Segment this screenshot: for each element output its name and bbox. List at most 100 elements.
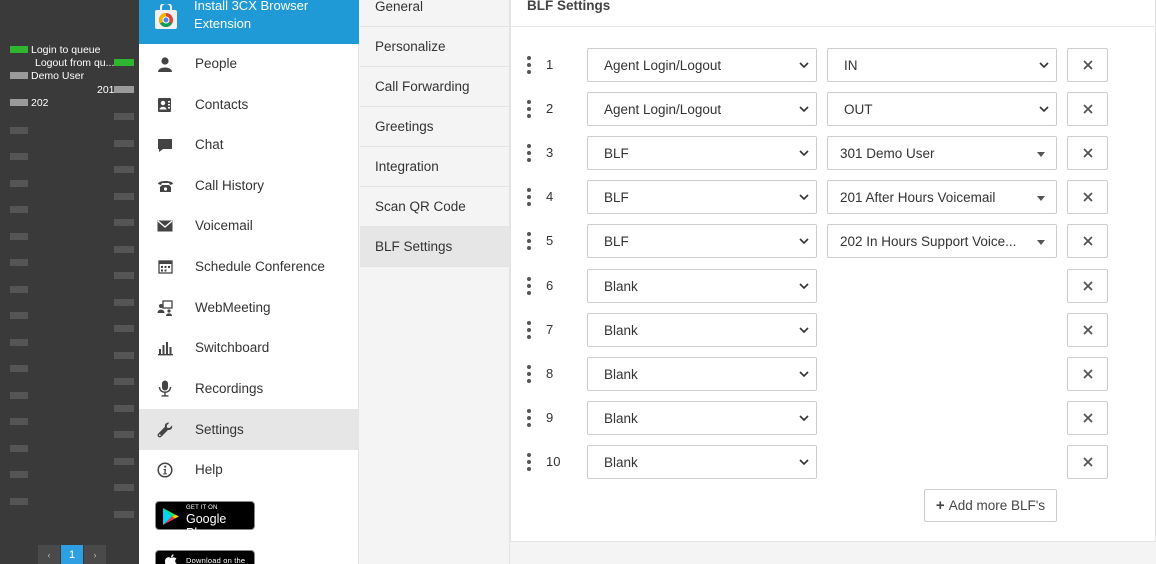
blf-type-select[interactable]: Blank [587, 269, 817, 303]
nav-item-schedule-conference[interactable]: Schedule Conference [139, 246, 359, 287]
blf-key[interactable] [10, 259, 28, 266]
blf-key[interactable] [114, 431, 134, 438]
blf-value-select[interactable]: OUT [827, 92, 1057, 126]
add-more-blf-button[interactable]: + Add more BLF's [924, 489, 1057, 522]
drag-handle-icon[interactable] [527, 232, 531, 250]
pager-prev-button[interactable]: ‹ [38, 545, 60, 564]
blf-key-4[interactable] [114, 86, 134, 93]
row-number: 1 [546, 57, 554, 72]
blf-value-text: 201 After Hours Voicemail [840, 189, 996, 205]
drag-handle-icon[interactable] [527, 188, 531, 206]
drag-handle-icon[interactable] [527, 277, 531, 295]
blf-key[interactable] [10, 392, 28, 399]
blf-key[interactable] [114, 458, 134, 465]
nav-item-webmeeting[interactable]: WebMeeting [139, 287, 359, 328]
blf-key[interactable] [10, 498, 28, 505]
blf-key-2[interactable] [114, 59, 134, 66]
nav-item-recordings[interactable]: Recordings [139, 368, 359, 409]
drag-handle-icon[interactable] [527, 100, 531, 118]
pager-page-1[interactable]: 1 [61, 545, 83, 564]
blf-extension-combobox[interactable]: 201 After Hours Voicemail [827, 180, 1057, 214]
blf-key[interactable] [114, 219, 134, 226]
nav-item-voicemail[interactable]: Voicemail [139, 205, 359, 246]
remove-blf-button[interactable] [1067, 48, 1108, 82]
blf-key-3[interactable] [10, 72, 28, 79]
blf-key[interactable] [10, 206, 28, 213]
install-extension-banner[interactable]: Install 3CX Browser Extension [139, 0, 359, 44]
blf-key[interactable] [114, 405, 134, 412]
blf-type-select[interactable]: Blank [587, 357, 817, 391]
blf-value-select[interactable]: IN [827, 48, 1057, 82]
blf-key[interactable] [10, 339, 28, 346]
drag-handle-icon[interactable] [527, 453, 531, 471]
blf-key[interactable] [114, 378, 134, 385]
nav-item-call-history[interactable]: Call History [139, 165, 359, 206]
blf-key[interactable] [10, 312, 28, 319]
subnav-general[interactable]: General [360, 0, 510, 27]
subnav-personalize[interactable]: Personalize [360, 27, 510, 67]
blf-key[interactable] [10, 233, 28, 240]
blf-key[interactable] [10, 153, 28, 160]
blf-key[interactable] [114, 193, 134, 200]
drag-handle-icon[interactable] [527, 56, 531, 74]
nav-item-switchboard[interactable]: Switchboard [139, 327, 359, 368]
remove-blf-button[interactable] [1067, 445, 1108, 479]
blf-key-1[interactable] [10, 46, 28, 53]
blf-key[interactable] [114, 325, 134, 332]
blf-type-select[interactable]: BLF [587, 224, 817, 258]
blf-key[interactable] [114, 272, 134, 279]
blf-key[interactable] [10, 418, 28, 425]
blf-key[interactable] [114, 246, 134, 253]
subnav-integration[interactable]: Integration [360, 147, 510, 187]
subnav-call-forwarding[interactable]: Call Forwarding [360, 67, 510, 107]
remove-blf-button[interactable] [1067, 357, 1108, 391]
blf-extension-combobox[interactable]: 301 Demo User [827, 136, 1057, 170]
nav-item-chat[interactable]: Chat [139, 124, 359, 165]
app-store-badge[interactable]: Download on the [155, 550, 255, 564]
blf-type-select[interactable]: Agent Login/Logout [587, 48, 817, 82]
drag-handle-icon[interactable] [527, 321, 531, 339]
nav-item-contacts[interactable]: Contacts [139, 84, 359, 125]
subnav-greetings[interactable]: Greetings [360, 107, 510, 147]
blf-extension-combobox[interactable]: 202 In Hours Support Voice... [827, 224, 1057, 258]
blf-key[interactable] [10, 127, 28, 134]
subnav-scan-qr-code[interactable]: Scan QR Code [360, 187, 510, 227]
blf-key[interactable] [10, 445, 28, 452]
drag-handle-icon[interactable] [527, 365, 531, 383]
pager-next-button[interactable]: › [84, 545, 106, 564]
blf-type-select[interactable]: BLF [587, 136, 817, 170]
blf-type-select[interactable]: Blank [587, 313, 817, 347]
blf-key[interactable] [10, 286, 28, 293]
blf-key[interactable] [114, 484, 134, 491]
nav-item-settings[interactable]: Settings [139, 409, 359, 450]
blf-type-select[interactable]: Agent Login/Logout [587, 92, 817, 126]
remove-blf-button[interactable] [1067, 269, 1108, 303]
blf-key[interactable] [114, 352, 134, 359]
blf-key[interactable] [10, 471, 28, 478]
blf-key[interactable] [114, 166, 134, 173]
blf-key-5[interactable] [10, 99, 28, 106]
remove-blf-button[interactable] [1067, 401, 1108, 435]
blf-key[interactable] [114, 511, 134, 518]
chevron-down-icon [1039, 62, 1049, 69]
remove-blf-button[interactable] [1067, 92, 1108, 126]
drag-handle-icon[interactable] [527, 409, 531, 427]
blf-type-select[interactable]: BLF [587, 180, 817, 214]
blf-key[interactable] [10, 365, 28, 372]
remove-blf-button[interactable] [1067, 224, 1108, 258]
blf-type-select[interactable]: Blank [587, 401, 817, 435]
blf-key[interactable] [114, 299, 134, 306]
remove-blf-button[interactable] [1067, 180, 1108, 214]
blf-type-select[interactable]: Blank [587, 445, 817, 479]
nav-item-help[interactable]: Help [139, 449, 359, 490]
blf-key[interactable] [114, 140, 134, 147]
subnav-blf-settings[interactable]: BLF Settings [360, 227, 510, 267]
nav-item-people[interactable]: People [139, 43, 359, 84]
remove-blf-button[interactable] [1067, 313, 1108, 347]
blf-key[interactable] [10, 180, 28, 187]
drag-handle-icon[interactable] [527, 144, 531, 162]
remove-blf-button[interactable] [1067, 136, 1108, 170]
blf-type-value: Agent Login/Logout [604, 57, 722, 73]
google-play-badge[interactable]: GET IT ON Google Play [155, 501, 255, 540]
blf-key[interactable] [114, 113, 134, 120]
